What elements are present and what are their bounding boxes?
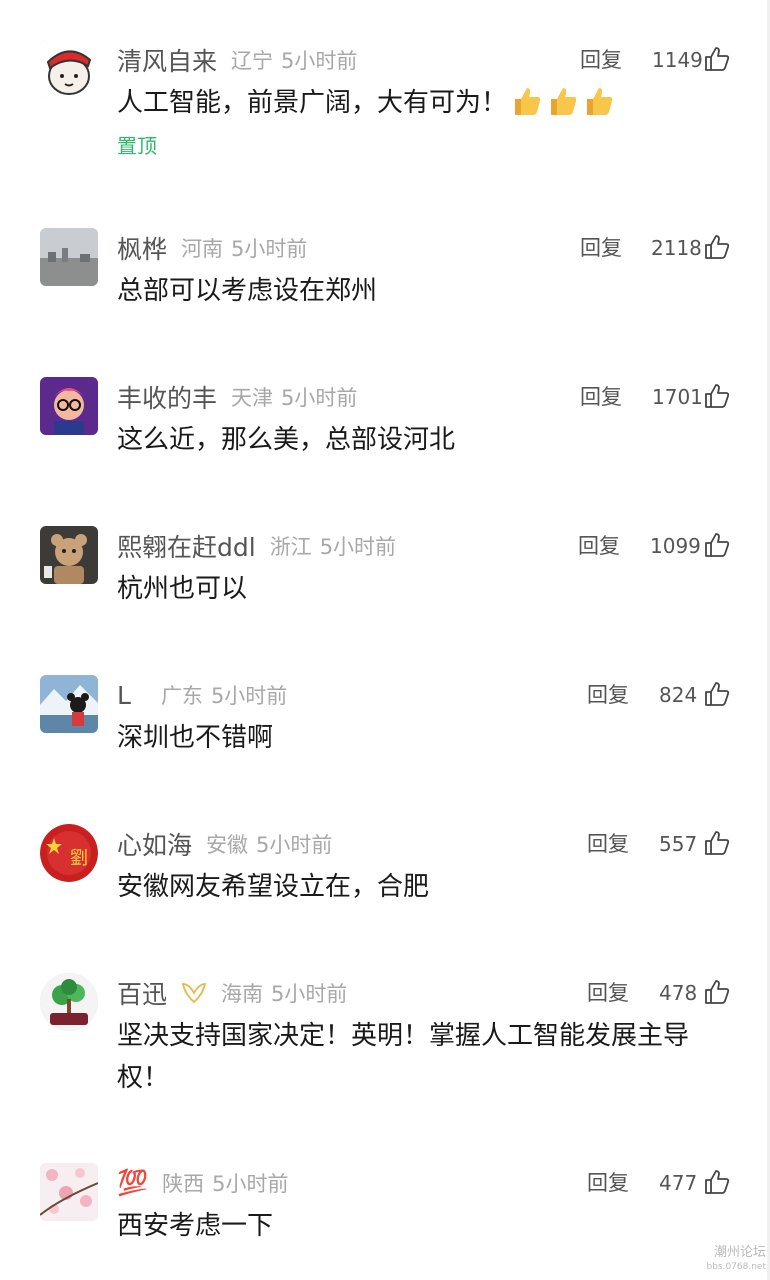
username[interactable]: 清风自来 [117, 42, 217, 78]
timestamp: 5小时前 [256, 833, 333, 857]
timestamp: 5小时前 [281, 386, 358, 410]
like-count: 1701 [652, 385, 703, 409]
avatar[interactable] [40, 526, 98, 584]
thumbs-up-icon[interactable] [704, 234, 730, 260]
location-label: 安徽 [206, 833, 249, 857]
thumbs-up-icon[interactable] [704, 830, 730, 856]
timestamp: 5小时前 [281, 49, 358, 73]
location-label: 广东 [160, 684, 203, 708]
avatar[interactable] [40, 228, 98, 286]
like-count: 2118 [651, 236, 702, 260]
reply-button[interactable]: 回复 [580, 379, 622, 415]
comment-meta: 清风自来 辽宁 5小时前 [117, 42, 357, 78]
watermark-title: 潮州论坛 [713, 1245, 766, 1260]
badge-icon [181, 983, 207, 1004]
location-label: 河南 [181, 237, 224, 261]
timestamp: 5小时前 [231, 237, 308, 261]
like-count: 557 [659, 832, 698, 856]
like-count: 824 [659, 683, 698, 707]
comment-meta: 💯 陕西 5小时前 [117, 1165, 289, 1201]
avatar[interactable] [40, 1163, 98, 1221]
thumbs-up-emoji-icon [587, 88, 613, 115]
reply-button[interactable]: 回复 [587, 975, 629, 1011]
reply-button[interactable]: 回复 [587, 826, 629, 862]
timestamp: 5小时前 [319, 535, 397, 559]
comment-text: 安徽网友希望设立在，合肥 [117, 872, 430, 902]
comment-text: 杭州也可以 [117, 574, 248, 604]
pinned-badge: 置顶 [117, 134, 157, 158]
username[interactable]: 丰收的丰 [117, 379, 217, 415]
like-count: 477 [659, 1171, 698, 1195]
comment-meta: 心如海 安徽 5小时前 [117, 826, 332, 862]
location-label: 辽宁 [231, 49, 274, 73]
location-label: 陕西 [162, 1172, 205, 1196]
reply-button[interactable]: 回复 [587, 677, 629, 713]
like-count: 478 [659, 981, 698, 1005]
comment-text: 西安考虑一下 [117, 1211, 274, 1241]
comment-text: 人工智能，前景广阔，大有可为！ [117, 82, 717, 124]
comment-meta: L 广东 5小时前 [117, 677, 287, 713]
reply-button[interactable]: 回复 [580, 42, 622, 78]
thumbs-up-icon[interactable] [704, 1169, 730, 1195]
reply-button[interactable]: 回复 [580, 230, 622, 266]
username[interactable]: L [117, 681, 131, 710]
like-count: 1099 [650, 534, 701, 558]
thumbs-up-emoji-icon [515, 88, 541, 115]
avatar[interactable]: 劉 [40, 824, 98, 882]
comment-text: 深圳也不错啊 [117, 723, 274, 753]
timestamp: 5小时前 [271, 982, 348, 1006]
avatar[interactable] [40, 973, 98, 1031]
avatar[interactable] [40, 377, 98, 435]
comment-meta: 枫桦 河南 5小时前 [117, 230, 307, 266]
reply-button[interactable]: 回复 [587, 1165, 629, 1201]
username[interactable]: 百迅 [117, 975, 167, 1011]
location-label: 天津 [231, 386, 274, 410]
watermark: 潮州论坛 bbs.0768.net [706, 1246, 766, 1274]
comment-text: 坚决支持国家决定！英明！掌握人工智能发展主导权！ [117, 1021, 690, 1093]
thumbs-up-icon[interactable] [704, 532, 730, 558]
location-label: 浙江 [269, 535, 312, 559]
thumbs-up-emoji-icon [551, 88, 577, 115]
username[interactable]: 心如海 [117, 826, 192, 862]
thumbs-up-icon[interactable] [704, 383, 730, 409]
like-count: 1149 [652, 48, 703, 72]
username[interactable]: 熙翱在赶ddl [117, 528, 256, 564]
comment-text: 这么近，那么美，总部设河北 [117, 425, 456, 455]
location-label: 海南 [221, 982, 264, 1006]
username[interactable]: 枫桦 [117, 230, 167, 266]
timestamp: 5小时前 [212, 1172, 289, 1196]
comment-meta: 丰收的丰 天津 5小时前 [117, 379, 357, 415]
comment-meta: 熙翱在赶ddl 浙江 5小时前 [117, 528, 396, 564]
comment-text: 总部可以考虑设在郑州 [117, 276, 378, 306]
reply-button[interactable]: 回复 [578, 528, 620, 564]
timestamp: 5小时前 [210, 684, 288, 708]
svg-text:劉: 劉 [70, 848, 88, 869]
watermark-url: bbs.0768.net [706, 1262, 766, 1272]
comment-meta: 百迅 海南 5小时前 [117, 975, 347, 1011]
thumbs-up-icon[interactable] [704, 46, 730, 72]
thumbs-up-icon[interactable] [704, 979, 730, 1005]
thumbs-up-icon[interactable] [704, 681, 730, 707]
avatar[interactable] [40, 675, 98, 733]
avatar[interactable] [40, 40, 98, 98]
username[interactable]: 💯 [117, 1168, 148, 1198]
